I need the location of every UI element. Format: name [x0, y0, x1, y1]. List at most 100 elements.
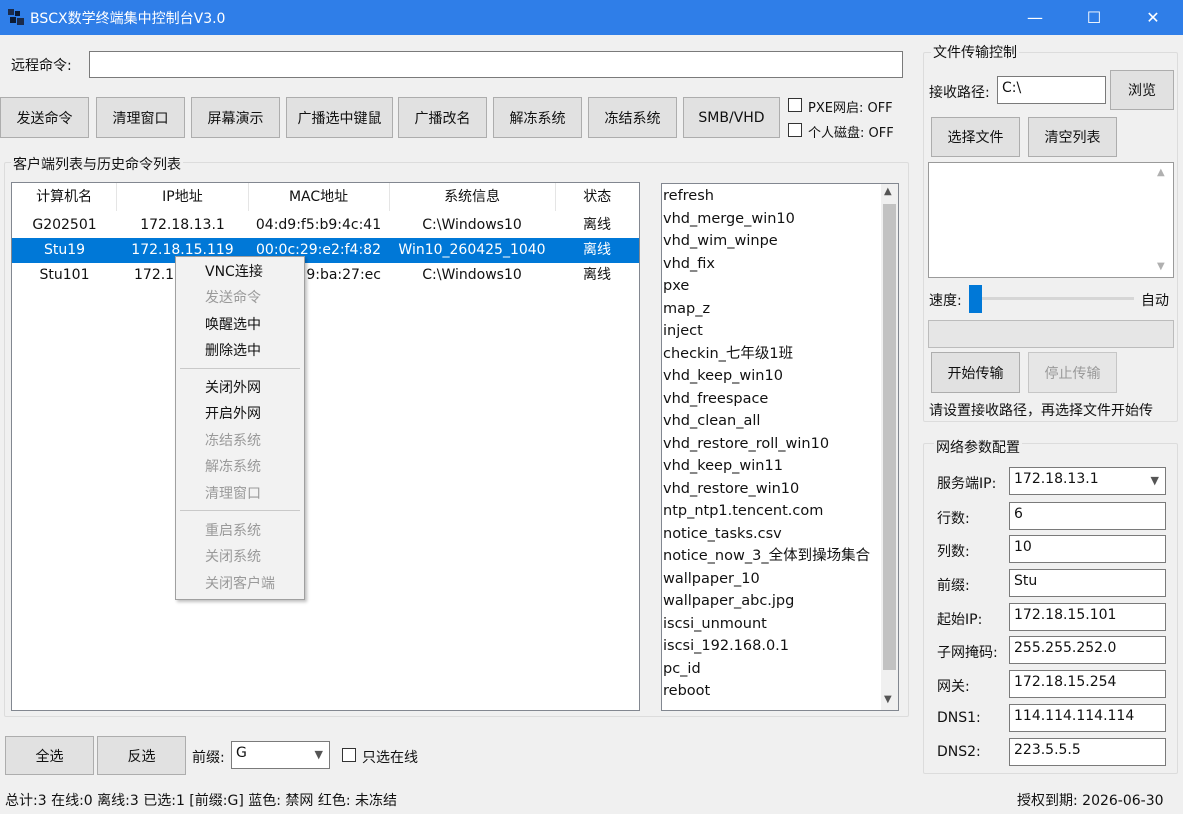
history-item[interactable]: pxe — [663, 275, 689, 298]
history-scroll-thumb[interactable] — [883, 204, 896, 670]
gateway-input[interactable]: 172.18.15.254 — [1009, 670, 1166, 698]
cell-computer-name: Stu101 — [39, 267, 90, 283]
history-item[interactable]: vhd_keep_win11 — [663, 455, 783, 478]
speed-slider-track[interactable] — [975, 297, 1134, 300]
unfreeze-system-button[interactable]: 解冻系统 — [493, 97, 582, 138]
receive-path-label: 接收路径: — [929, 85, 990, 101]
column-header-ip[interactable]: IP地址 — [117, 183, 249, 211]
history-item[interactable]: notice_now_3_全体到操场集合 — [663, 545, 870, 568]
scroll-down-icon[interactable]: ▼ — [884, 694, 892, 705]
bottom-prefix-label: 前缀: — [192, 750, 225, 766]
menu-item-unfreeze[interactable]: 解冻系统 — [176, 454, 304, 480]
smb-vhd-button[interactable]: SMB/VHD — [683, 97, 780, 138]
history-item[interactable]: vhd_restore_roll_win10 — [663, 433, 829, 456]
table-row-selected[interactable]: Stu19 172.18.15.119 00:0c:29:e2:f4:82 Wi… — [12, 238, 639, 263]
clear-list-button[interactable]: 清空列表 — [1028, 117, 1117, 157]
history-item[interactable]: vhd_fix — [663, 253, 715, 276]
freeze-system-button[interactable]: 冻结系统 — [588, 97, 677, 138]
history-item[interactable]: vhd_keep_win10 — [663, 365, 783, 388]
dns1-input[interactable]: 114.114.114.114 — [1009, 704, 1166, 732]
close-button[interactable]: ✕ — [1123, 0, 1183, 35]
table-row[interactable]: G202501 172.18.13.1 04:d9:f5:b9:4c:41 C:… — [12, 213, 639, 238]
start-ip-input[interactable]: 172.18.15.101 — [1009, 603, 1166, 631]
menu-item-close-client[interactable]: 关闭客户端 — [176, 571, 304, 597]
pxe-checkbox[interactable] — [788, 98, 802, 112]
menu-item-clean-window[interactable]: 清理窗口 — [176, 481, 304, 507]
column-header-computer-name[interactable]: 计算机名 — [12, 183, 118, 211]
client-list[interactable]: 计算机名 IP地址 MAC地址 系统信息 状态 G202501 172.18.1… — [11, 182, 640, 711]
history-item[interactable]: wallpaper_abc.jpg — [663, 590, 794, 613]
choose-file-button[interactable]: 选择文件 — [931, 117, 1020, 157]
menu-item-shutdown[interactable]: 关闭系统 — [176, 544, 304, 570]
browse-button[interactable]: 浏览 — [1110, 70, 1174, 110]
bottom-prefix-select[interactable]: G ▼ — [231, 741, 330, 769]
history-item[interactable]: reboot — [663, 680, 710, 703]
start-transfer-button[interactable]: 开始传输 — [931, 352, 1020, 393]
history-item[interactable]: vhd_restore_win10 — [663, 478, 799, 501]
scroll-up-icon[interactable]: ▲ — [1157, 167, 1165, 178]
column-header-system[interactable]: 系统信息 — [390, 183, 556, 211]
history-item[interactable]: vhd_freespace — [663, 388, 768, 411]
menu-item-restart[interactable]: 重启系统 — [176, 518, 304, 544]
history-item[interactable]: checkin_七年级1班 — [663, 343, 793, 366]
history-item[interactable]: iscsi_unmount — [663, 613, 767, 636]
cell-system: Win10_260425_1040 — [398, 242, 546, 258]
history-item[interactable]: inject — [663, 320, 703, 343]
cell-computer-name: G202501 — [32, 217, 97, 233]
history-item[interactable]: refresh — [663, 185, 714, 208]
history-command-list[interactable]: refresh vhd_merge_win10 vhd_wim_winpe vhd_f… — [661, 183, 899, 711]
remote-command-label: 远程命令: — [11, 58, 72, 74]
history-item[interactable]: iscsi_192.168.0.1 — [663, 635, 789, 658]
online-only-label: 只选在线 — [362, 750, 418, 766]
dns2-input[interactable]: 223.5.5.5 — [1009, 738, 1166, 766]
prefix-input[interactable]: Stu — [1009, 569, 1166, 597]
cell-system: C:\Windows10 — [422, 267, 522, 283]
receive-path-input[interactable]: C:\ — [997, 76, 1106, 104]
column-header-mac[interactable]: MAC地址 — [249, 183, 390, 211]
history-item[interactable]: vhd_merge_win10 — [663, 208, 795, 231]
menu-item-vnc[interactable]: VNC连接 — [176, 259, 304, 285]
scroll-down-icon[interactable]: ▼ — [1157, 261, 1165, 272]
online-only-checkbox[interactable] — [342, 748, 356, 762]
menu-item-delete[interactable]: 删除选中 — [176, 338, 304, 364]
screen-demo-button[interactable]: 屏幕演示 — [191, 97, 280, 138]
personal-disk-checkbox[interactable] — [788, 123, 802, 137]
license-expiry: 授权到期: 2026-06-30 — [1017, 793, 1164, 809]
history-item[interactable]: pc_id — [663, 658, 701, 681]
history-item[interactable]: ntp_ntp1.tencent.com — [663, 500, 823, 523]
broadcast-keyboard-mouse-button[interactable]: 广播选中键鼠 — [286, 97, 393, 138]
cols-input[interactable]: 10 — [1009, 535, 1166, 563]
column-header-status[interactable]: 状态 — [556, 183, 639, 211]
history-item[interactable]: map_z — [663, 298, 710, 321]
menu-item-net-on[interactable]: 开启外网 — [176, 401, 304, 427]
speed-slider-thumb[interactable] — [969, 285, 982, 313]
clear-window-button[interactable]: 清理窗口 — [96, 97, 185, 138]
select-all-button[interactable]: 全选 — [5, 736, 94, 775]
server-ip-select[interactable]: 172.18.13.1 ▼ — [1009, 467, 1166, 495]
broadcast-rename-button[interactable]: 广播改名 — [398, 97, 487, 138]
maximize-button[interactable]: ☐ — [1064, 0, 1124, 35]
menu-item-net-off[interactable]: 关闭外网 — [176, 375, 304, 401]
send-command-button[interactable]: 发送命令 — [0, 97, 89, 138]
stop-transfer-button[interactable]: 停止传输 — [1028, 352, 1117, 393]
menu-item-wake[interactable]: 唤醒选中 — [176, 312, 304, 338]
window-title: BSCX数学终端集中控制台V3.0 — [30, 11, 226, 27]
history-item[interactable]: vhd_clean_all — [663, 410, 760, 433]
history-item[interactable]: notice_tasks.csv — [663, 523, 782, 546]
title-bar[interactable]: BSCX数学终端集中控制台V3.0 — ☐ ✕ — [0, 0, 1183, 35]
dns1-label: DNS1: — [937, 710, 981, 726]
remote-command-input[interactable] — [89, 51, 903, 78]
history-item[interactable]: vhd_wim_winpe — [663, 230, 778, 253]
table-row[interactable]: Stu101 172.18 29:ba:27:ec C:\Windows10 离… — [12, 263, 639, 288]
cell-status: 离线 — [583, 242, 611, 258]
invert-selection-button[interactable]: 反选 — [97, 736, 186, 775]
minimize-button[interactable]: — — [1005, 0, 1065, 35]
subnet-mask-input[interactable]: 255.255.252.0 — [1009, 636, 1166, 664]
menu-item-freeze[interactable]: 冻结系统 — [176, 428, 304, 454]
scroll-up-icon[interactable]: ▲ — [884, 186, 892, 197]
network-title: 网络参数配置 — [934, 437, 1022, 457]
rows-input[interactable]: 6 — [1009, 502, 1166, 530]
menu-item-send-command[interactable]: 发送命令 — [176, 285, 304, 311]
file-list[interactable]: ▲ ▼ — [928, 162, 1174, 278]
history-item[interactable]: wallpaper_10 — [663, 568, 760, 591]
